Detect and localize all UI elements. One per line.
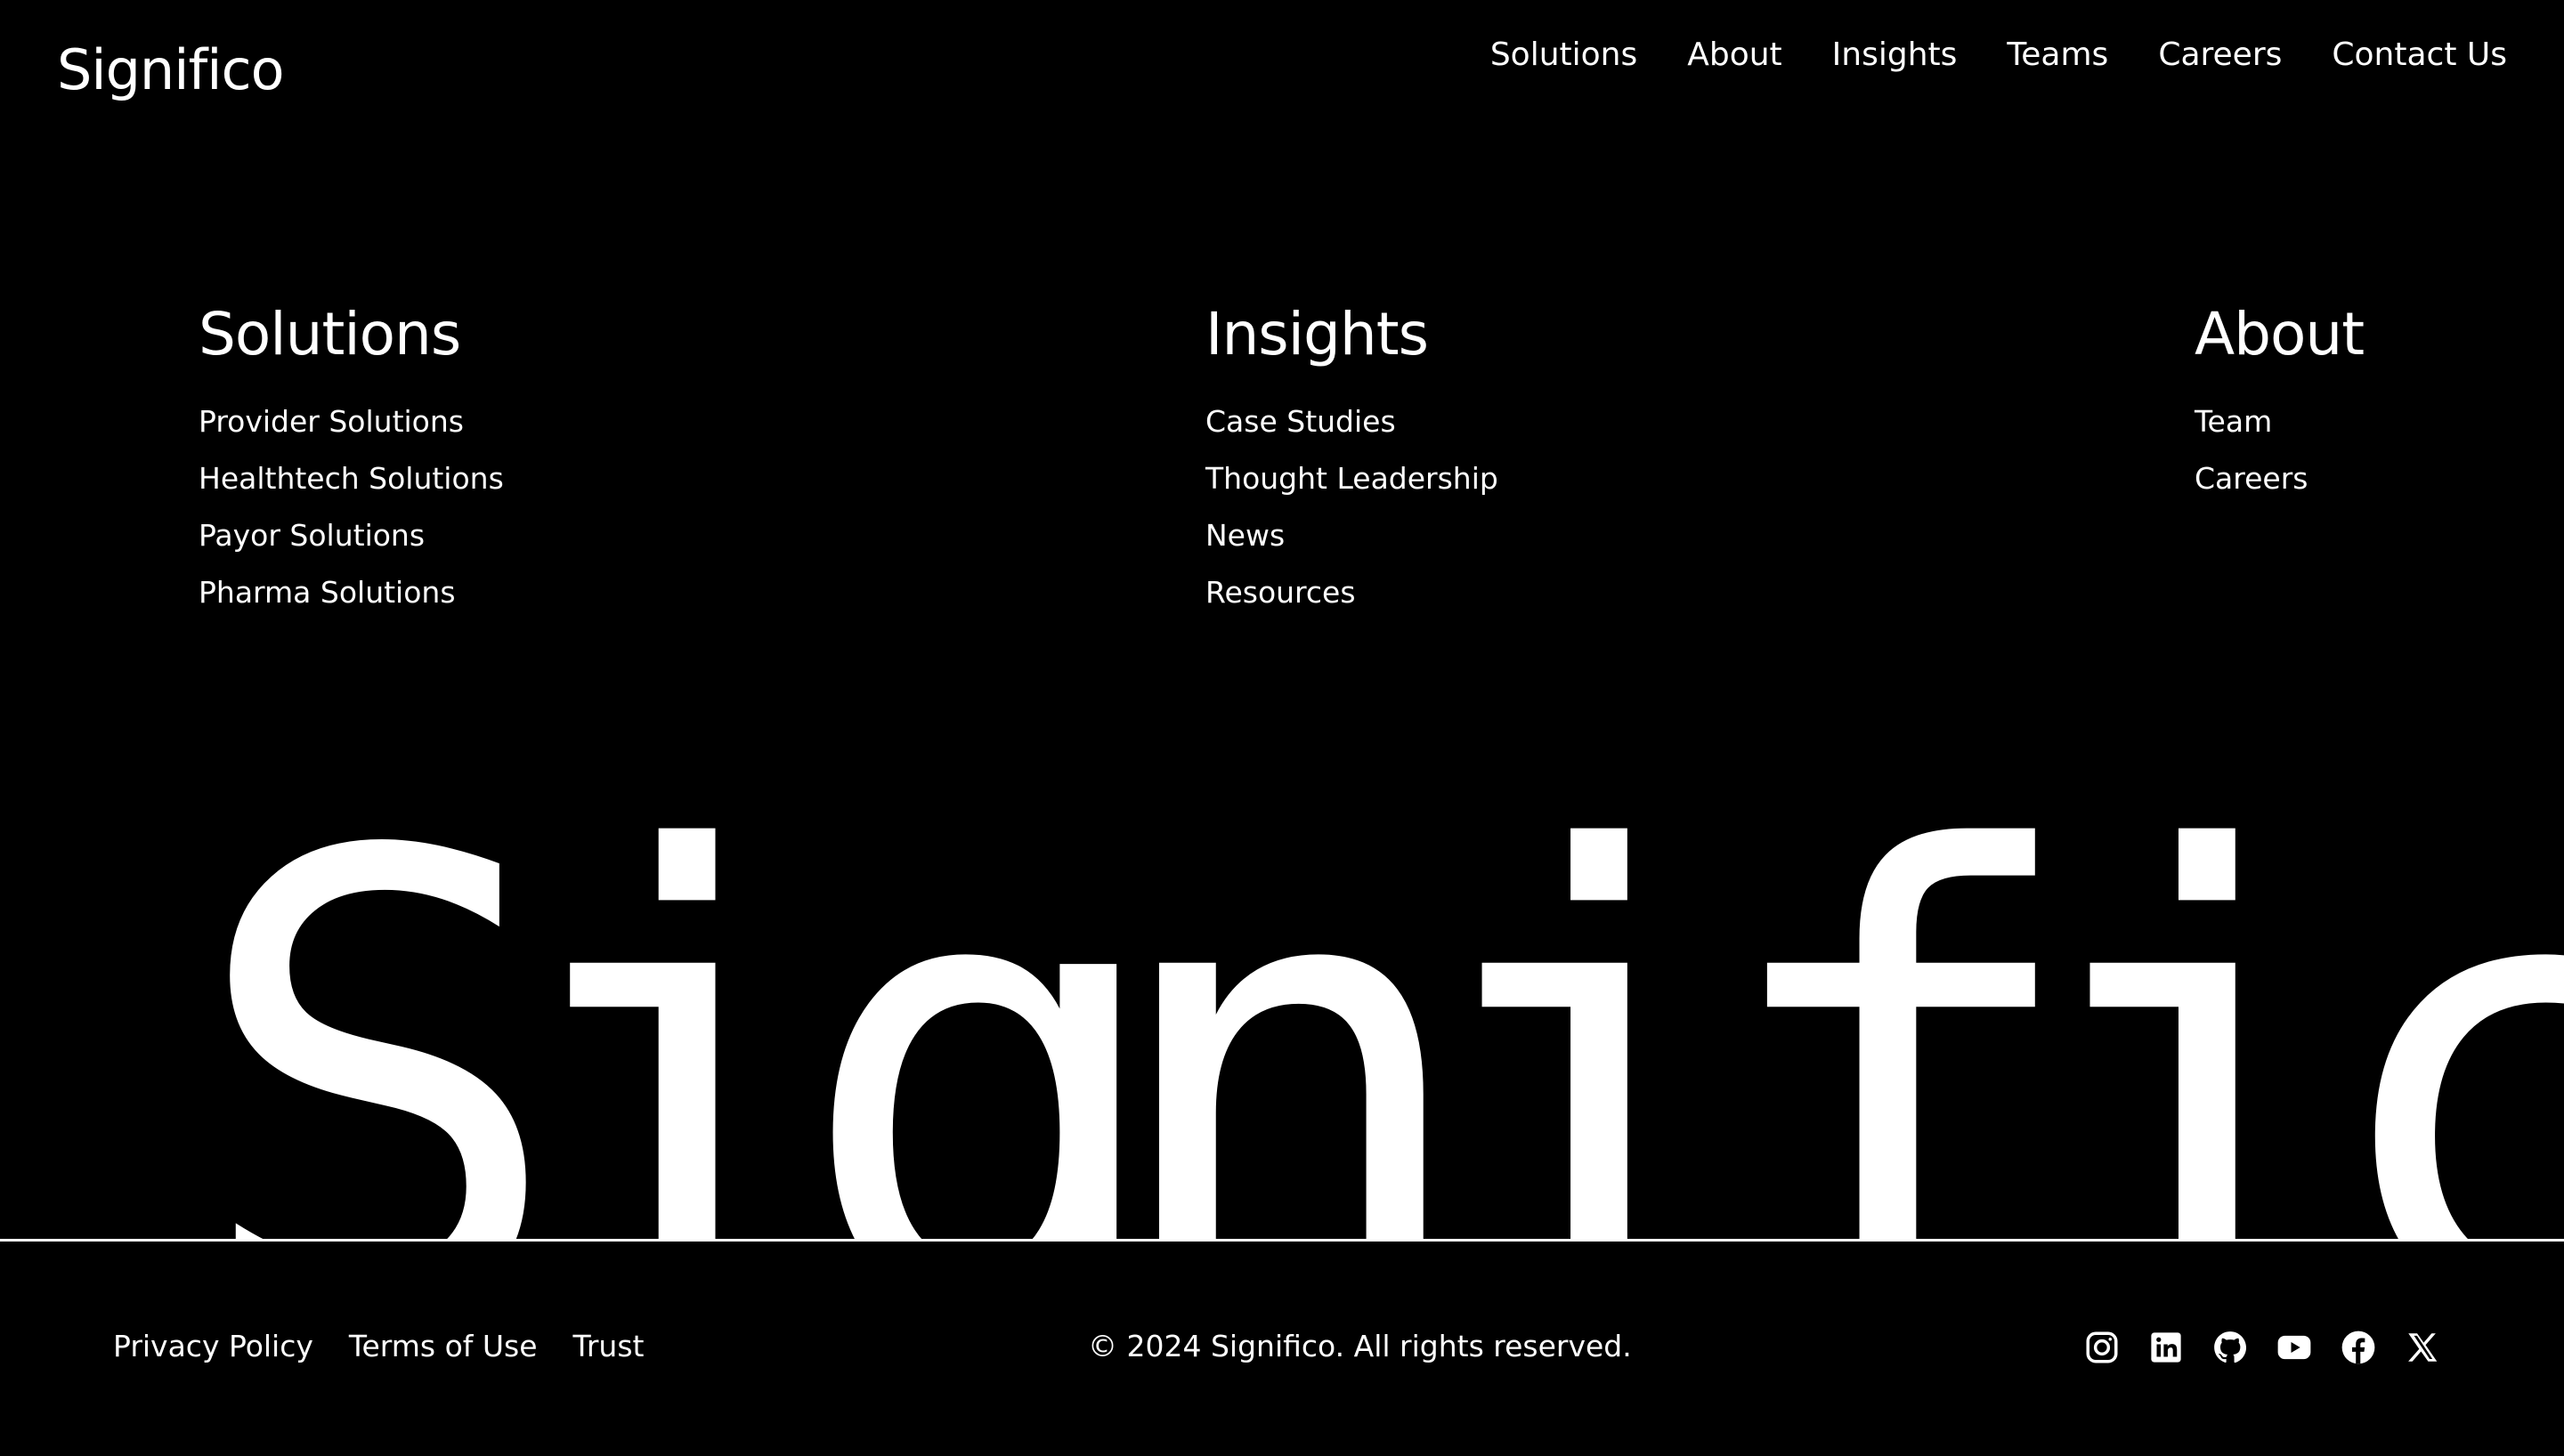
solutions-column: Solutions Provider Solutions Healthtech … [199,294,504,621]
list-item: Payor Solutions [199,507,504,564]
nav-teams[interactable]: Teams [2007,30,2108,80]
solutions-list: Provider Solutions Healthtech Solutions … [199,393,504,621]
link-thought-leadership[interactable]: Thought Leadership [1205,461,1498,496]
list-item: Case Studies [1205,393,1498,450]
link-payor-solutions[interactable]: Payor Solutions [199,518,425,553]
link-case-studies[interactable]: Case Studies [1205,404,1396,439]
list-item: Healthtech Solutions [199,450,504,507]
list-item: Resources [1205,564,1498,621]
big-wordmark: Significo [187,801,2564,1241]
terms-of-use-link[interactable]: Terms of Use [349,1322,538,1371]
nav-contact-us[interactable]: Contact Us [2332,30,2507,80]
solutions-heading: Solutions [199,300,461,368]
insights-heading: Insights [1205,300,1429,368]
instagram-icon[interactable] [2083,1329,2121,1366]
copyright-text: © 2024 Significo. All rights reserved. [1088,1329,1632,1363]
footer-divider [0,1239,2564,1242]
about-list: Team Careers [2195,393,2364,507]
link-resources[interactable]: Resources [1205,575,1356,610]
privacy-policy-link[interactable]: Privacy Policy [113,1322,313,1371]
list-item: Thought Leadership [1205,450,1498,507]
link-news[interactable]: News [1205,518,1285,553]
insights-column: Insights Case Studies Thought Leadership… [1205,294,1498,621]
top-nav: Solutions About Insights Teams Careers C… [1490,30,2507,80]
list-item: Careers [2195,450,2364,507]
about-heading: About [2195,300,2365,368]
list-item: News [1205,507,1498,564]
link-healthtech-solutions[interactable]: Healthtech Solutions [199,461,504,496]
nav-about[interactable]: About [1687,30,1781,80]
github-icon[interactable] [2211,1329,2249,1366]
about-column: About Team Careers [2195,294,2365,507]
wordmark-container: Significo [0,801,2564,1241]
nav-insights[interactable]: Insights [1832,30,1958,80]
link-pharma-solutions[interactable]: Pharma Solutions [199,575,456,610]
x-icon[interactable] [2404,1329,2441,1366]
social-links [2083,1323,2441,1372]
list-item: Team [2195,393,2364,450]
insights-list: Case Studies Thought Leadership News Res… [1205,393,1498,621]
trust-link[interactable]: Trust [573,1322,645,1371]
nav-careers[interactable]: Careers [2158,30,2282,80]
footer-links: Privacy Policy Terms of Use Trust [113,1322,644,1371]
link-team[interactable]: Team [2195,404,2272,439]
site-logo[interactable]: Significo [57,30,285,110]
link-provider-solutions[interactable]: Provider Solutions [199,404,464,439]
facebook-icon[interactable] [2340,1329,2377,1366]
link-careers[interactable]: Careers [2195,461,2308,496]
youtube-icon[interactable] [2276,1329,2313,1366]
nav-solutions[interactable]: Solutions [1490,30,1637,80]
linkedin-icon[interactable] [2147,1329,2185,1366]
list-item: Provider Solutions [199,393,504,450]
list-item: Pharma Solutions [199,564,504,621]
